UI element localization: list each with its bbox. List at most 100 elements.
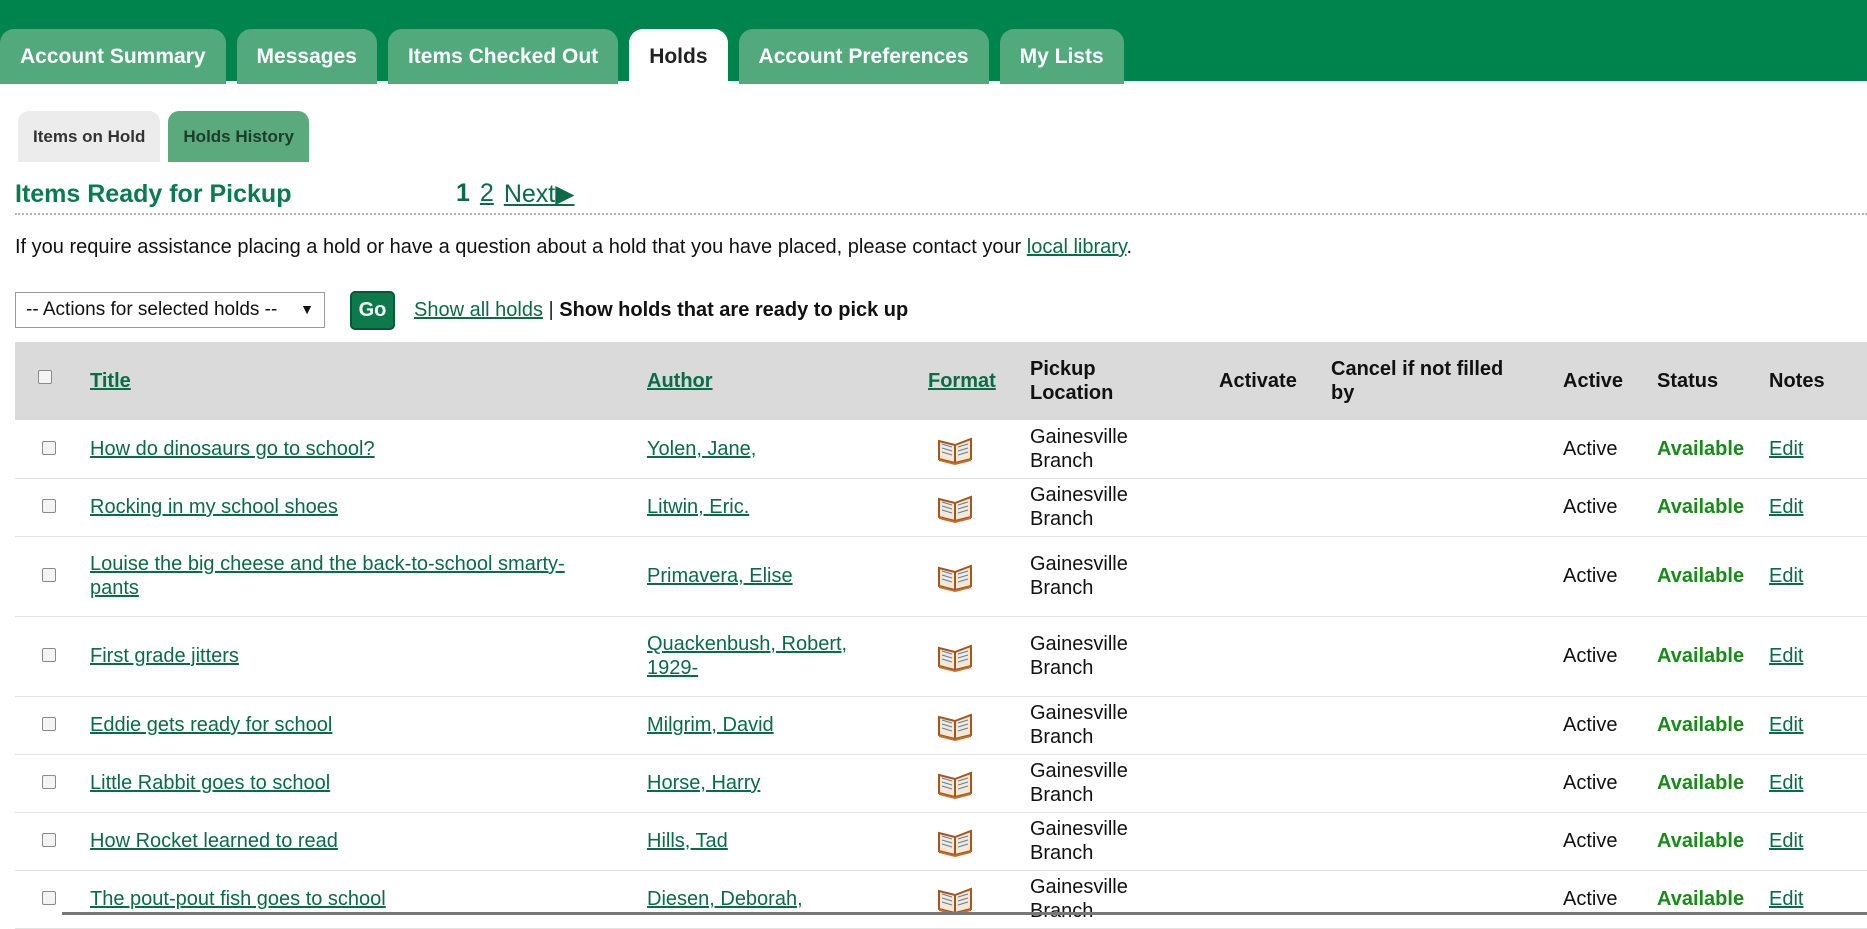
pickup-location: Gainesville Branch bbox=[1030, 426, 1128, 472]
table-row: Louise the big cheese and the back-to-sc… bbox=[15, 536, 1867, 617]
row-checkbox[interactable] bbox=[42, 775, 56, 789]
table-row: Rocking in my school shoes Litwin, Eric.… bbox=[15, 478, 1867, 537]
edit-link[interactable]: Edit bbox=[1769, 564, 1803, 588]
row-checkbox[interactable] bbox=[42, 833, 56, 847]
dropdown-caret-icon: ▼ bbox=[300, 301, 314, 317]
status-badge: Available bbox=[1657, 496, 1745, 518]
header-title[interactable]: Title bbox=[90, 369, 131, 393]
table-row: How do dinosaurs go to school? Yolen, Ja… bbox=[15, 420, 1867, 479]
row-checkbox[interactable] bbox=[42, 648, 56, 662]
table-row: Little Rabbit goes to school Horse, Harr… bbox=[15, 754, 1867, 813]
active-value: Active bbox=[1563, 645, 1618, 667]
tab-my-lists[interactable]: My Lists bbox=[999, 29, 1124, 84]
edit-link[interactable]: Edit bbox=[1769, 887, 1803, 911]
book-format-icon bbox=[937, 560, 973, 592]
page-title: Items Ready for Pickup bbox=[15, 180, 292, 208]
pickup-location: Gainesville Branch bbox=[1030, 553, 1128, 599]
filter-separator: | bbox=[548, 299, 554, 321]
status-badge: Available bbox=[1657, 888, 1745, 910]
pickup-location: Gainesville Branch bbox=[1030, 760, 1128, 806]
row-checkbox[interactable] bbox=[42, 441, 56, 455]
hold-title-link[interactable]: The pout-pout fish goes to school bbox=[90, 887, 610, 911]
assistance-text: If you require assistance placing a hold… bbox=[15, 236, 1132, 259]
local-library-link[interactable]: local library bbox=[1027, 236, 1127, 258]
sub-tabs: Items on Hold Holds History bbox=[18, 111, 309, 162]
edit-link[interactable]: Edit bbox=[1769, 644, 1803, 668]
subtab-items-on-hold[interactable]: Items on Hold bbox=[18, 111, 161, 162]
status-badge: Available bbox=[1657, 645, 1745, 667]
table-row: Eddie gets ready for school Milgrim, Dav… bbox=[15, 696, 1867, 755]
next-page-link[interactable]: Next▶ bbox=[504, 179, 575, 209]
status-badge: Available bbox=[1657, 565, 1745, 587]
hold-author-link[interactable]: Milgrim, David bbox=[647, 713, 887, 737]
active-value: Active bbox=[1563, 714, 1618, 736]
hold-author-link[interactable]: Yolen, Jane, bbox=[647, 437, 887, 461]
tab-holds[interactable]: Holds bbox=[629, 29, 728, 84]
select-all-checkbox[interactable] bbox=[38, 370, 52, 384]
active-value: Active bbox=[1563, 772, 1618, 794]
hold-author-link[interactable]: Hills, Tad bbox=[647, 829, 887, 853]
actions-select-value: -- Actions for selected holds -- bbox=[26, 299, 278, 320]
hold-author-link[interactable]: Horse, Harry bbox=[647, 771, 887, 795]
hold-title-link[interactable]: How Rocket learned to read bbox=[90, 829, 610, 853]
header-activate: Activate bbox=[1219, 370, 1297, 392]
assistance-message: If you require assistance placing a hold… bbox=[15, 236, 1022, 258]
hold-title-link[interactable]: Louise the big cheese and the back-to-sc… bbox=[90, 552, 610, 600]
book-format-icon bbox=[937, 491, 973, 523]
edit-link[interactable]: Edit bbox=[1769, 495, 1803, 519]
hold-author-link[interactable]: Diesen, Deborah, bbox=[647, 887, 887, 911]
pickup-location: Gainesville Branch bbox=[1030, 702, 1128, 748]
hold-author-link[interactable]: Litwin, Eric. bbox=[647, 495, 887, 519]
pickup-location: Gainesville Branch bbox=[1030, 818, 1128, 864]
tab-account-summary[interactable]: Account Summary bbox=[0, 29, 226, 84]
hold-title-link[interactable]: Rocking in my school shoes bbox=[90, 495, 610, 519]
tab-account-preferences[interactable]: Account Preferences bbox=[738, 29, 989, 84]
subtab-holds-history[interactable]: Holds History bbox=[168, 111, 309, 162]
row-checkbox[interactable] bbox=[42, 499, 56, 513]
header-status: Status bbox=[1657, 370, 1719, 392]
pickup-location: Gainesville Branch bbox=[1030, 484, 1128, 530]
top-nav-bar: Account Summary Messages Items Checked O… bbox=[0, 0, 1867, 84]
status-badge: Available bbox=[1657, 772, 1745, 794]
header-notes: Notes bbox=[1769, 370, 1825, 392]
table-row: First grade jitters Quackenbush, Robert,… bbox=[15, 616, 1867, 697]
header-format[interactable]: Format bbox=[928, 369, 996, 393]
edit-link[interactable]: Edit bbox=[1769, 771, 1803, 795]
actions-select[interactable]: -- Actions for selected holds -- ▼ bbox=[15, 292, 325, 328]
go-button[interactable]: Go bbox=[350, 291, 395, 330]
active-value: Active bbox=[1563, 830, 1618, 852]
hold-author-link[interactable]: Quackenbush, Robert, 1929- bbox=[647, 632, 887, 680]
pickup-location: Gainesville Branch bbox=[1030, 633, 1128, 679]
edit-link[interactable]: Edit bbox=[1769, 713, 1803, 737]
book-format-icon bbox=[937, 883, 973, 915]
top-tabs: Account Summary Messages Items Checked O… bbox=[0, 29, 1124, 84]
row-checkbox[interactable] bbox=[42, 568, 56, 582]
active-value: Active bbox=[1563, 438, 1618, 460]
active-value: Active bbox=[1563, 565, 1618, 587]
hold-title-link[interactable]: How do dinosaurs go to school? bbox=[90, 437, 610, 461]
header-cancel-if-not-filled: Cancel if not filled by bbox=[1331, 358, 1504, 404]
header-active: Active bbox=[1563, 370, 1624, 392]
book-format-icon bbox=[937, 825, 973, 857]
table-header: Title Author Format Pickup Location Activ… bbox=[15, 342, 1867, 420]
show-all-holds-link[interactable]: Show all holds bbox=[414, 299, 543, 321]
hold-author-link[interactable]: Primavera, Elise bbox=[647, 564, 887, 588]
hold-title-link[interactable]: Little Rabbit goes to school bbox=[90, 771, 610, 795]
tab-items-checked-out[interactable]: Items Checked Out bbox=[387, 29, 619, 84]
pagination: 1 2 Next▶ bbox=[456, 179, 574, 209]
table-row: How Rocket learned to read Hills, Tad Gai… bbox=[15, 812, 1867, 871]
row-checkbox[interactable] bbox=[42, 717, 56, 731]
active-value: Active bbox=[1563, 496, 1618, 518]
edit-link[interactable]: Edit bbox=[1769, 437, 1803, 461]
hold-title-link[interactable]: First grade jitters bbox=[90, 644, 610, 668]
header-pickup-location: Pickup Location bbox=[1030, 358, 1114, 404]
tab-messages[interactable]: Messages bbox=[236, 29, 377, 84]
header-author[interactable]: Author bbox=[647, 369, 713, 393]
status-badge: Available bbox=[1657, 714, 1745, 736]
edit-link[interactable]: Edit bbox=[1769, 829, 1803, 853]
holds-filter: Show all holds | Show holds that are rea… bbox=[414, 299, 908, 322]
show-ready-holds-label: Show holds that are ready to pick up bbox=[559, 299, 909, 321]
row-checkbox[interactable] bbox=[42, 891, 56, 905]
page-2-link[interactable]: 2 bbox=[480, 179, 494, 209]
hold-title-link[interactable]: Eddie gets ready for school bbox=[90, 713, 610, 737]
